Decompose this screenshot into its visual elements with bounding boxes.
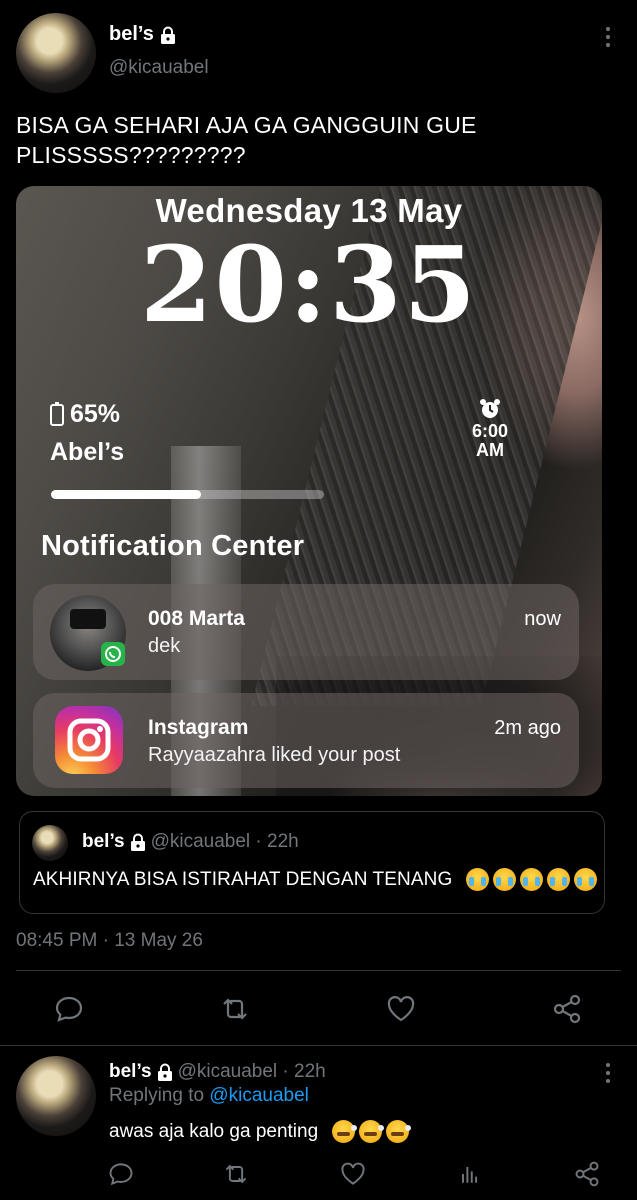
handle-time[interactable]: @kicauabel · 22h: [178, 1061, 326, 1083]
lockscreen-time: 20:35: [140, 223, 478, 346]
analytics-icon[interactable]: [456, 1160, 484, 1188]
more-options-icon[interactable]: [605, 1063, 611, 1085]
progress-bar: [51, 490, 324, 499]
loudly-crying-face-emoji: [466, 868, 490, 891]
mention-link[interactable]: @kicauabel: [209, 1085, 309, 1106]
notification-title: 008 Marta: [148, 607, 245, 630]
reply-icon[interactable]: [53, 993, 85, 1025]
quoted-text: AKHIRNYA BISA ISTIRAHAT DENGAN TENANG: [33, 868, 453, 890]
alarm-period: AM: [476, 440, 504, 460]
loudly-crying-face-emoji: [520, 868, 544, 891]
face-with-steam-emoji: [359, 1120, 385, 1143]
notification-title: Instagram: [148, 716, 249, 739]
handle[interactable]: @kicauabel: [109, 57, 209, 79]
notification-body: dek: [148, 635, 181, 657]
divider: [16, 970, 621, 971]
reply-author-row: bel’s @kicauabel · 22h: [109, 1061, 326, 1083]
notification-instagram[interactable]: Instagram Rayyaazahra liked your post 2m…: [33, 693, 579, 788]
retweet-icon[interactable]: [222, 1160, 250, 1188]
notification-body: Rayyaazahra liked your post: [148, 744, 401, 766]
like-icon[interactable]: [385, 993, 417, 1025]
lock-icon: [157, 1063, 172, 1081]
divider: [0, 1045, 637, 1046]
replying-prefix: Replying to: [109, 1085, 205, 1106]
like-icon[interactable]: [339, 1160, 367, 1188]
loudly-crying-face-emoji: [547, 868, 571, 891]
display-name[interactable]: bel’s: [109, 23, 154, 46]
display-name: bel’s: [82, 831, 125, 852]
reply-text-row: awas aja kalo ga penting: [109, 1120, 412, 1143]
face-with-steam-emoji: [386, 1120, 412, 1143]
battery-level: 65%: [70, 400, 121, 428]
quoted-tweet[interactable]: bel’s @kicauabel · 22h AKHIRNYA BISA IST…: [19, 811, 605, 914]
alarm-clock-icon: [480, 399, 500, 418]
avatar[interactable]: [16, 13, 96, 93]
more-options-icon[interactable]: [605, 27, 611, 49]
device-name: Abel’s: [50, 438, 125, 466]
tweet-media[interactable]: Wednesday 13 May 20:35 65% Abel’s 6:00 A…: [16, 186, 602, 796]
quoted-text-row: AKHIRNYA BISA ISTIRAHAT DENGAN TENANG: [33, 868, 598, 891]
whatsapp-icon: [101, 642, 125, 666]
tweet-text: BISA GA SEHARI AJA GA GANGGUIN GUE PLISS…: [16, 112, 477, 168]
reply-icon[interactable]: [107, 1160, 135, 1188]
handle-time: @kicauabel · 22h: [150, 831, 299, 852]
battery-icon: [50, 401, 64, 426]
lock-icon: [160, 26, 175, 44]
battery-widget: 65%: [50, 400, 120, 429]
face-with-steam-emoji: [332, 1120, 358, 1143]
action-bar: [0, 985, 637, 1033]
tweet-header: bel’s @kicauabel: [0, 0, 637, 100]
alarm-time: 6:00: [471, 421, 509, 441]
loudly-crying-face-emoji: [574, 868, 598, 891]
notification-time: 2m ago: [494, 717, 561, 739]
author-row: bel’s: [109, 23, 176, 46]
notification-center-title: Notification Center: [41, 530, 305, 562]
replying-to: Replying to @kicauabel: [109, 1085, 309, 1107]
alarm-widget: 6:00 AM: [464, 398, 516, 460]
lock-icon: [130, 833, 145, 851]
notification-time: now: [524, 608, 561, 630]
notification-whatsapp[interactable]: 008 Marta dek now: [33, 584, 579, 680]
avatar[interactable]: [16, 1056, 96, 1136]
loudly-crying-face-emoji: [493, 868, 517, 891]
instagram-icon: [55, 706, 123, 774]
avatar: [32, 825, 68, 861]
tweet-timestamp[interactable]: 08:45 PM · 13 May 26: [16, 930, 203, 952]
reply-action-bar: [0, 1156, 637, 1200]
share-icon[interactable]: [573, 1160, 601, 1188]
quoted-author-row: bel’s @kicauabel · 22h: [82, 831, 299, 853]
reply-tweet[interactable]: bel’s @kicauabel · 22h Replying to @kica…: [0, 1048, 637, 1200]
reply-text: awas aja kalo ga penting: [109, 1120, 319, 1142]
display-name[interactable]: bel’s: [109, 1061, 152, 1083]
retweet-icon[interactable]: [219, 993, 251, 1025]
share-icon[interactable]: [551, 993, 583, 1025]
progress-fill: [51, 490, 202, 499]
